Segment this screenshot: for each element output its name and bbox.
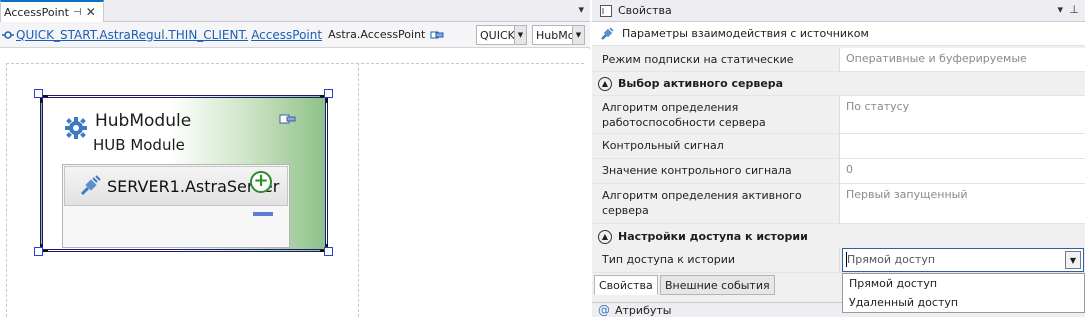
selection-handle[interactable] — [34, 247, 43, 256]
property-row[interactable]: Значение контрольного сигнала 0 — [592, 159, 1085, 184]
category-label: Настройки доступа к истории — [618, 230, 808, 243]
close-icon[interactable]: ✕ — [86, 5, 96, 19]
plug-icon — [80, 175, 101, 196]
collapse-icon[interactable]: ▲ — [598, 229, 612, 244]
quick-combo[interactable]: QUICK_ ▼ — [476, 25, 527, 45]
pin-icon[interactable]: ⊥ — [1069, 3, 1079, 16]
chevron-down-icon[interactable]: ▼ — [572, 26, 584, 44]
canvas-guide — [6, 63, 584, 64]
property-row[interactable]: Контрольный сигнал — [592, 134, 1085, 159]
chevron-down-icon[interactable]: ▼ — [514, 26, 526, 44]
plug-icon — [601, 26, 614, 40]
tab-properties[interactable]: Свойства — [594, 275, 658, 295]
tab-title: AccessPoint — [4, 5, 69, 19]
collapse-icon[interactable]: ▲ — [598, 76, 612, 91]
history-type-select[interactable]: Прямой доступ ▼ — [842, 248, 1084, 272]
tab-external-events[interactable]: Внешние события — [660, 275, 775, 295]
property-name: Алгоритм определения активного сервера — [592, 184, 840, 223]
property-row[interactable]: Алгоритм определения активного сервера П… — [592, 184, 1085, 224]
design-canvas[interactable]: HubModule HUB Module SERVER1.AstraServer — [0, 49, 590, 317]
property-row[interactable]: Тип доступа к истории Прямой доступ ▼ — [592, 248, 1085, 273]
properties-title: Свойства — [618, 4, 672, 17]
remove-button[interactable] — [253, 212, 273, 216]
property-row[interactable]: Режим подписки на статические сигналы Оп… — [592, 48, 1085, 81]
selection-handle[interactable] — [324, 89, 333, 98]
chevron-down-icon[interactable]: ▼ — [1065, 251, 1081, 269]
link-icon[interactable] — [279, 112, 297, 126]
property-value[interactable] — [840, 134, 1085, 158]
property-name: Тип доступа к истории — [592, 248, 840, 272]
property-value[interactable]: По статусу — [840, 96, 1085, 133]
document-menu-icon[interactable]: ▾ — [578, 3, 584, 16]
properties-icon — [600, 4, 612, 17]
module-title: HubModule — [95, 111, 192, 131]
tab-accesspoint[interactable]: AccessPoint ⊣ ✕ — [0, 0, 104, 22]
dropdown-option[interactable]: Прямой доступ — [843, 274, 1084, 293]
gear-icon — [65, 117, 87, 139]
hub-combo[interactable]: HubMo ▼ — [532, 25, 585, 45]
document-tab-bar: AccessPoint ⊣ ✕ ▾ — [0, 0, 590, 22]
properties-title-bar: Свойства ▾ ⊥ — [592, 0, 1085, 22]
add-button[interactable]: + — [250, 171, 272, 193]
property-name: Контрольный сигнал — [592, 134, 840, 158]
hub-combo-value: HubMo — [536, 28, 575, 42]
canvas-guide — [6, 63, 7, 317]
breadcrumb-path-link[interactable]: QUICK_START.AstraRegul.THIN_CLIENT. — [16, 28, 248, 42]
pin-icon[interactable]: ⊣ — [73, 7, 82, 18]
category-active-server[interactable]: ▲ Выбор активного сервера — [592, 72, 1085, 96]
panel-menu-icon[interactable]: ▾ — [1057, 3, 1063, 16]
selection-handle[interactable] — [324, 247, 333, 256]
properties-tab-strip: Свойства Внешние события — [592, 275, 842, 295]
category-label: Выбор активного сервера — [618, 77, 784, 90]
network-icon — [2, 30, 14, 39]
attributes-icon: @ — [598, 303, 610, 317]
property-value[interactable]: 0 — [840, 159, 1085, 183]
history-type-options: Прямой доступ Удаленный доступ — [842, 273, 1085, 313]
property-row[interactable]: Алгоритм определения работоспособности с… — [592, 96, 1085, 134]
properties-subheader: Параметры взаимодействия с источником — [592, 22, 1085, 46]
properties-subtitle: Параметры взаимодействия с источником — [622, 27, 869, 40]
property-value[interactable]: Первый запущенный — [840, 184, 1085, 223]
link-icon — [430, 31, 444, 38]
property-name: Режим подписки на статические сигналы — [592, 48, 840, 81]
dropdown-option[interactable]: Удаленный доступ — [843, 293, 1084, 312]
hubmodule-block[interactable]: HubModule HUB Module SERVER1.AstraServer — [40, 95, 328, 252]
property-name: Значение контрольного сигнала — [592, 159, 840, 183]
attributes-label: Атрибуты — [615, 303, 672, 317]
document-panel: AccessPoint ⊣ ✕ ▾ QUICK_START.AstraRegul… — [0, 0, 590, 317]
canvas-guide — [358, 63, 359, 317]
property-value[interactable]: Оперативные и буферируемые — [840, 48, 1085, 71]
module-subtitle: HUB Module — [93, 136, 185, 154]
property-name: Алгоритм определения работоспособности с… — [592, 96, 840, 133]
history-type-value: Прямой доступ — [847, 253, 936, 266]
selection-handle[interactable] — [34, 89, 43, 98]
breadcrumb: QUICK_START.AstraRegul.THIN_CLIENT. Acce… — [0, 22, 590, 48]
category-history-access[interactable]: ▲ Настройки доступа к истории — [592, 225, 1085, 249]
breadcrumb-type-label: Astra.AccessPoint — [328, 28, 426, 41]
properties-panel: Свойства ▾ ⊥ Параметры взаимодействия с … — [592, 0, 1085, 317]
breadcrumb-current-link[interactable]: AccessPoint — [251, 28, 322, 42]
